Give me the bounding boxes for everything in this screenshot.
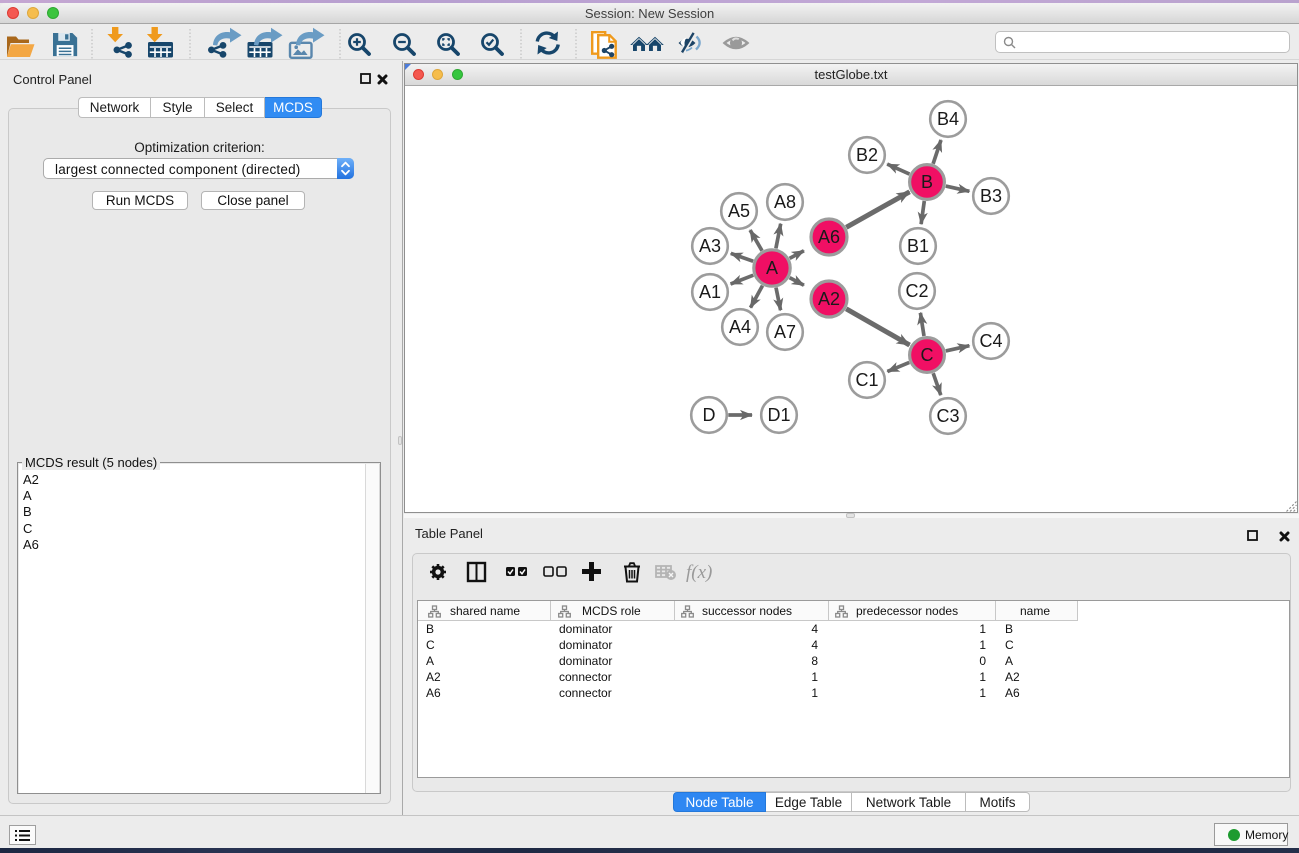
svg-text:C4: C4 xyxy=(979,331,1002,351)
svg-text:A: A xyxy=(766,258,778,278)
svg-text:D: D xyxy=(703,405,716,425)
svg-text:B3: B3 xyxy=(980,186,1002,206)
svg-text:C2: C2 xyxy=(905,281,928,301)
svg-text:D1: D1 xyxy=(767,405,790,425)
svg-text:A2: A2 xyxy=(818,289,840,309)
svg-text:A4: A4 xyxy=(729,317,751,337)
svg-text:A6: A6 xyxy=(818,227,840,247)
svg-text:C: C xyxy=(921,345,934,365)
svg-text:B4: B4 xyxy=(937,109,959,129)
svg-text:A5: A5 xyxy=(728,201,750,221)
svg-text:B1: B1 xyxy=(907,236,929,256)
svg-text:C1: C1 xyxy=(855,370,878,390)
svg-text:B2: B2 xyxy=(856,145,878,165)
svg-text:f(x): f(x) xyxy=(686,562,712,583)
svg-text:C3: C3 xyxy=(936,406,959,426)
svg-text:A7: A7 xyxy=(774,322,796,342)
svg-text:A1: A1 xyxy=(699,282,721,302)
svg-text:B: B xyxy=(921,172,933,192)
svg-text:A8: A8 xyxy=(774,192,796,212)
svg-text:A3: A3 xyxy=(699,236,721,256)
